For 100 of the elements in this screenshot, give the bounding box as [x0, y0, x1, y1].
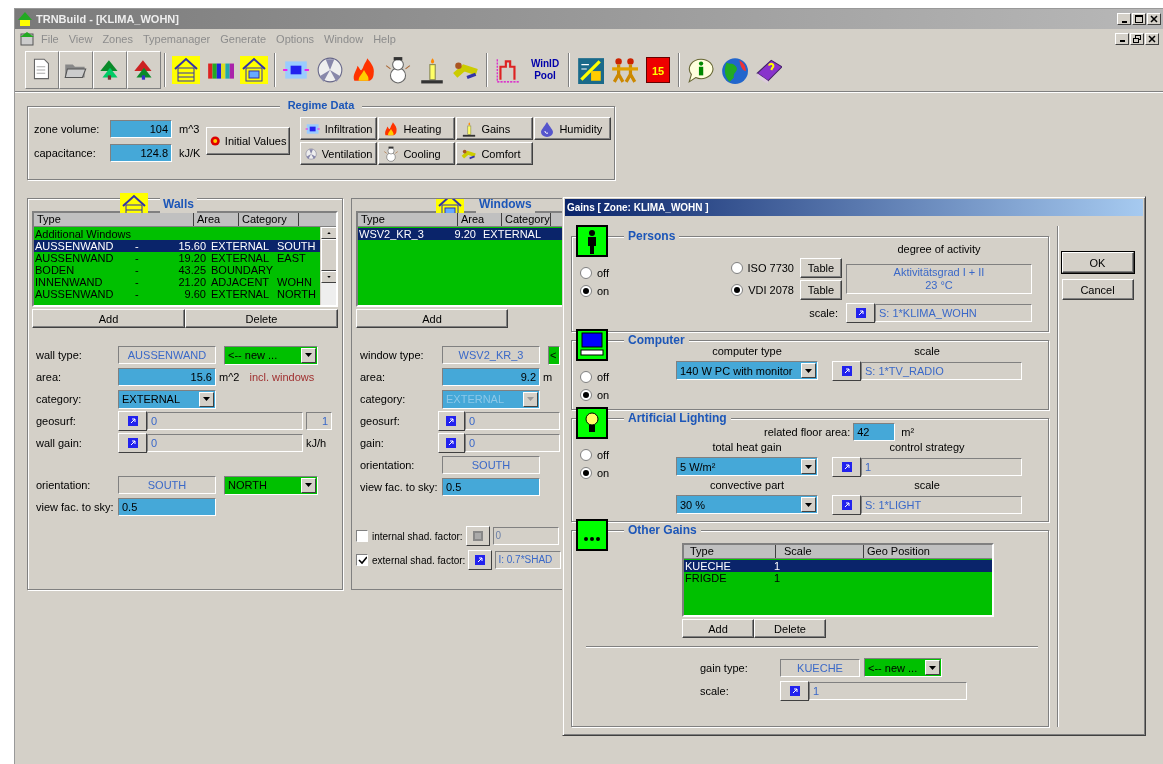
maximize-button[interactable]: [1132, 13, 1146, 25]
link-button[interactable]: [118, 433, 147, 453]
table-row[interactable]: KUECHE 1: [684, 560, 992, 572]
column-header[interactable]: Type: [684, 545, 776, 558]
radio-button[interactable]: off: [580, 369, 610, 385]
table-row[interactable]: WSV2_KR_3 9.20 EXTERNAL: [358, 228, 564, 240]
initial-values-button[interactable]: Initial Values: [206, 127, 291, 155]
dropdown[interactable]: 140 W PC with monitor: [676, 361, 818, 380]
field-label: scale: [913, 345, 941, 359]
radio-button[interactable]: off: [580, 447, 610, 463]
list-button[interactable]: Delete: [754, 619, 826, 638]
link-button[interactable]: [832, 457, 861, 477]
scrollbar[interactable]: [320, 227, 336, 305]
toolbar-button[interactable]: [127, 50, 161, 89]
minimize-button[interactable]: [1115, 32, 1129, 45]
link-button[interactable]: [832, 495, 861, 515]
house-icon: [240, 55, 268, 84]
link-button[interactable]: [468, 550, 493, 570]
column-header[interactable]: Area: [458, 213, 502, 226]
regime-button[interactable]: Comfort: [456, 142, 534, 165]
table-cell-text: ADJACENT: [210, 276, 271, 288]
link-button[interactable]: [846, 303, 875, 323]
link-button[interactable]: [437, 411, 466, 431]
checkbox[interactable]: internal shad. factor:: [356, 530, 463, 542]
table-button[interactable]: Table: [800, 280, 842, 300]
link-button[interactable]: [465, 526, 490, 546]
restore-button[interactable]: [1130, 32, 1144, 45]
close-button[interactable]: [1147, 13, 1161, 25]
regime-button[interactable]: Humidity: [534, 117, 612, 140]
column-header[interactable]: Category: [239, 213, 299, 226]
scroll-thumb[interactable]: [320, 239, 336, 271]
text-field[interactable]: 0: [147, 412, 303, 430]
number-field[interactable]: 9.2: [442, 368, 540, 386]
column-header[interactable]: Type: [34, 213, 194, 226]
text-field[interactable]: I: 0.7*SHAD: [495, 551, 562, 569]
number-field[interactable]: 15.6: [118, 368, 216, 386]
text-field[interactable]: S: 1*LIGHT: [861, 496, 1022, 514]
list-button[interactable]: Add: [682, 619, 754, 638]
link-button[interactable]: [118, 411, 147, 431]
link-button[interactable]: [437, 433, 466, 453]
table-row[interactable]: AUSSENWAND - 19.20 EXTERNAL EAST: [34, 252, 320, 264]
radio-button[interactable]: VDI 2078: [731, 282, 794, 298]
number-field[interactable]: 1: [306, 412, 332, 430]
table-row[interactable]: Additional Windows: [34, 228, 320, 240]
list-box[interactable]: Type Area Category Additional Windows AUSSENWAND - 15.60 EXTERNAL SOUTH AUSSENWAND - 19.20 EXTERNAL EAST BODEN - 43.25 BOUNDARY INNENWAND - 21.20 ADJACENT WOHN AUSSENWAND - 9.60 EXTERNAL NORTH: [32, 211, 338, 307]
text-field[interactable]: 0.5: [442, 478, 540, 496]
table-row[interactable]: BODEN - 43.25 BOUNDARY: [34, 264, 320, 276]
radio-button[interactable]: off: [580, 265, 610, 281]
checkbox[interactable]: external shad. factor:: [356, 554, 466, 566]
text-field[interactable]: 0: [147, 434, 303, 452]
toolbar-button[interactable]: [25, 50, 59, 89]
number-field[interactable]: 104: [110, 120, 172, 138]
text-field[interactable]: 0: [465, 412, 560, 430]
dropdown[interactable]: <-- new ...: [864, 658, 942, 677]
fire-icon: [383, 120, 400, 137]
dropdown[interactable]: <: [548, 345, 560, 365]
column-header[interactable]: Category: [502, 213, 551, 226]
list-box[interactable]: Type Scale Geo Position KUECHE 1 FRIGDE 1: [682, 543, 994, 617]
number-field[interactable]: 42: [853, 423, 896, 441]
dialog-button[interactable]: Cancel: [1061, 279, 1134, 300]
table-button[interactable]: Table: [800, 258, 842, 278]
list-button[interactable]: Add: [32, 309, 185, 328]
column-header[interactable]: Area: [194, 213, 239, 226]
radio-button[interactable]: on: [580, 387, 610, 403]
minimize-button[interactable]: [1117, 13, 1131, 25]
table-row[interactable]: FRIGDE 1: [684, 572, 992, 584]
radio-button[interactable]: ISO 7730: [730, 260, 794, 276]
dropdown[interactable]: 5 W/m²: [676, 457, 818, 476]
regime-button[interactable]: Cooling: [378, 142, 456, 165]
dropdown[interactable]: NORTH: [224, 475, 318, 495]
regime-button[interactable]: Ventilation: [300, 142, 378, 165]
dialog-button[interactable]: OK: [1061, 252, 1134, 273]
list-box[interactable]: Type Area Category WSV2_KR_3 9.20 EXTERNAL: [356, 211, 564, 307]
radio-button[interactable]: on: [580, 465, 610, 481]
table-row[interactable]: AUSSENWAND - 15.60 EXTERNAL SOUTH: [34, 240, 320, 252]
text-field[interactable]: S: 1*KLIMA_WOHN: [875, 304, 1032, 322]
link-button[interactable]: [832, 361, 861, 381]
text-field[interactable]: S: 1*TV_RADIO: [861, 362, 1022, 380]
list-button[interactable]: Add: [356, 309, 508, 328]
column-header[interactable]: Type: [358, 213, 458, 226]
table-row[interactable]: INNENWAND - 21.20 ADJACENT WOHN: [34, 276, 320, 288]
text-field[interactable]: 1: [861, 458, 1022, 476]
link-button[interactable]: [780, 681, 809, 701]
regime-button[interactable]: Gains: [456, 117, 534, 140]
list-button[interactable]: Delete: [185, 309, 338, 328]
regime-button[interactable]: Infiltration: [300, 117, 378, 140]
dropdown[interactable]: EXTERNAL: [118, 389, 216, 409]
close-button[interactable]: [1145, 32, 1159, 45]
text-field[interactable]: 0: [465, 434, 560, 452]
table-row[interactable]: AUSSENWAND - 9.60 EXTERNAL NORTH: [34, 288, 320, 300]
toolbar-button[interactable]: [59, 50, 93, 89]
text-field[interactable]: 0.5: [118, 498, 216, 516]
radio-button[interactable]: on: [580, 283, 610, 299]
dropdown[interactable]: 30 %: [676, 495, 818, 514]
text-field[interactable]: 1: [809, 682, 967, 700]
column-header[interactable]: Geo Position: [864, 545, 930, 558]
regime-button[interactable]: Heating: [378, 117, 456, 140]
number-field[interactable]: 124.8: [110, 144, 172, 162]
dropdown[interactable]: <-- new ...: [224, 345, 318, 365]
column-header[interactable]: Scale: [776, 545, 864, 558]
